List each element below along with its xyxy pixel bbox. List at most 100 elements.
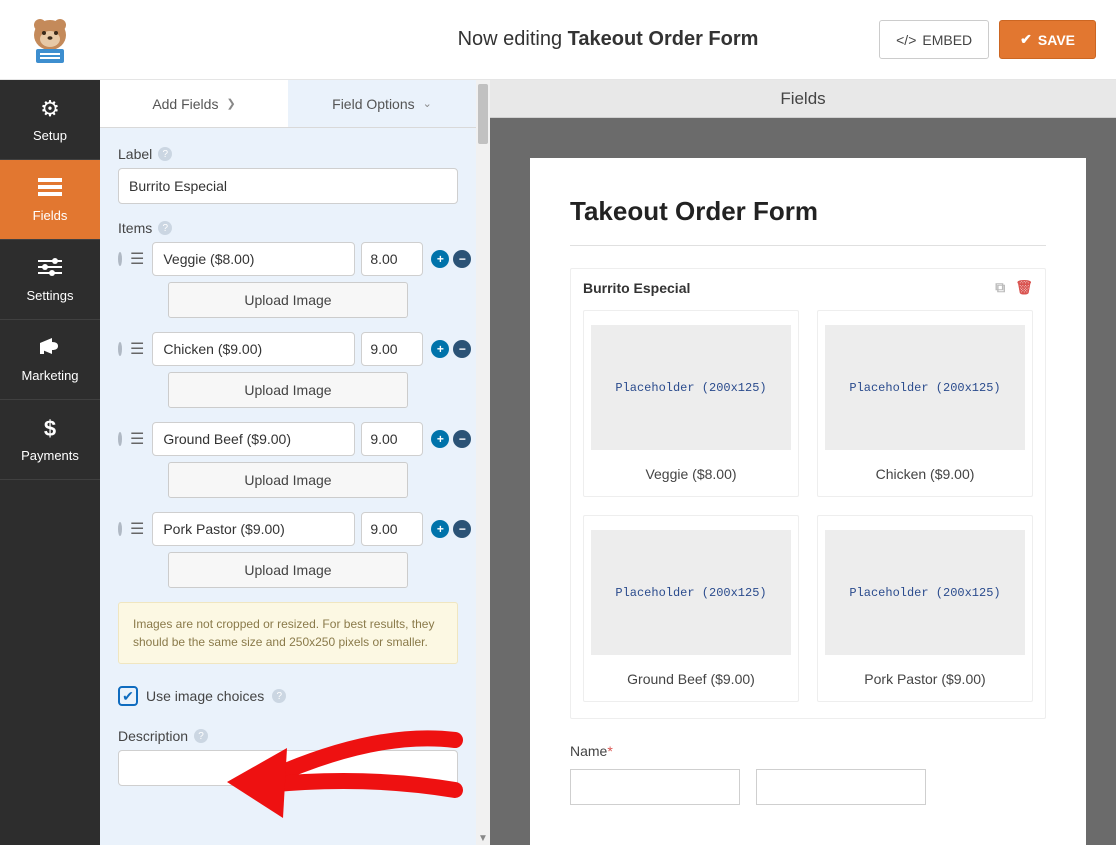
name-label-text: Name bbox=[570, 743, 607, 759]
items-section-header: Items ? bbox=[118, 220, 458, 236]
choice-card[interactable]: Placeholder (200x125) Chicken ($9.00) bbox=[817, 310, 1033, 497]
upload-image-button[interactable]: Upload Image bbox=[168, 372, 408, 408]
image-placeholder: Placeholder (200x125) bbox=[825, 530, 1025, 655]
drag-handle-icon[interactable]: ☰ bbox=[130, 429, 144, 449]
save-label: SAVE bbox=[1038, 32, 1075, 48]
choice-label: Pork Pastor ($9.00) bbox=[864, 671, 985, 687]
description-input[interactable] bbox=[118, 750, 458, 786]
image-info-note: Images are not cropped or resized. For b… bbox=[118, 602, 458, 664]
form-name: Takeout Order Form bbox=[568, 28, 759, 50]
upload-image-button[interactable]: Upload Image bbox=[168, 462, 408, 498]
chevron-right-icon: ❯ bbox=[226, 97, 235, 110]
divider bbox=[570, 245, 1046, 246]
duplicate-icon[interactable]: ⧉ bbox=[995, 279, 1005, 296]
help-icon[interactable]: ? bbox=[158, 147, 172, 161]
first-name-input[interactable] bbox=[570, 769, 740, 805]
nav-label: Marketing bbox=[21, 368, 78, 383]
gear-icon: ⚙ bbox=[40, 96, 60, 122]
label-text: Label bbox=[118, 146, 152, 162]
nav-label: Fields bbox=[33, 208, 68, 223]
app-logo bbox=[22, 15, 78, 65]
trash-icon[interactable]: 🗑 bbox=[1015, 279, 1033, 296]
check-icon: ✔ bbox=[1020, 31, 1032, 48]
help-icon[interactable]: ? bbox=[194, 729, 208, 743]
top-bar: Now editing Takeout Order Form </> EMBED… bbox=[0, 0, 1116, 80]
preview-header: Fields bbox=[490, 80, 1116, 118]
default-radio[interactable] bbox=[118, 522, 122, 536]
sliders-icon bbox=[38, 256, 62, 282]
items-section: Items ? ☰ + bbox=[118, 220, 458, 786]
image-placeholder: Placeholder (200x125) bbox=[591, 325, 791, 450]
drag-handle-icon[interactable]: ☰ bbox=[130, 339, 144, 359]
nav-setup[interactable]: ⚙ Setup bbox=[0, 80, 100, 160]
tab-add-fields[interactable]: Add Fields ❯ bbox=[100, 80, 288, 127]
item-label-input[interactable] bbox=[152, 512, 355, 546]
item-price-input[interactable] bbox=[361, 422, 423, 456]
label-input[interactable] bbox=[118, 168, 458, 204]
choice-label: Ground Beef ($9.00) bbox=[627, 671, 755, 687]
default-radio[interactable] bbox=[118, 432, 122, 446]
scroll-down-icon[interactable]: ▼ bbox=[476, 831, 490, 845]
add-item-button[interactable]: + bbox=[431, 520, 449, 538]
item-label-input[interactable] bbox=[152, 242, 355, 276]
name-field: Name* bbox=[570, 743, 1046, 805]
tab-field-options[interactable]: Field Options ⌄ bbox=[288, 80, 476, 127]
upload-image-button[interactable]: Upload Image bbox=[168, 552, 408, 588]
preview-form-title: Takeout Order Form bbox=[570, 196, 1046, 227]
nav-settings[interactable]: Settings bbox=[0, 240, 100, 320]
remove-item-button[interactable]: − bbox=[453, 250, 471, 268]
default-radio[interactable] bbox=[118, 252, 122, 266]
embed-label: EMBED bbox=[922, 32, 972, 48]
help-icon[interactable]: ? bbox=[272, 689, 286, 703]
help-icon[interactable]: ? bbox=[158, 221, 172, 235]
choice-card[interactable]: Placeholder (200x125) Pork Pastor ($9.00… bbox=[817, 515, 1033, 702]
nav-label: Setup bbox=[33, 128, 67, 143]
add-item-button[interactable]: + bbox=[431, 250, 449, 268]
scrollbar-thumb[interactable] bbox=[478, 84, 488, 144]
default-radio[interactable] bbox=[118, 342, 122, 356]
use-image-choices-label: Use image choices bbox=[146, 688, 264, 704]
description-section-header: Description ? bbox=[118, 728, 458, 744]
label-section-header: Label ? bbox=[118, 146, 458, 162]
field-title: Burrito Especial bbox=[583, 280, 690, 296]
field-actions: ⧉ 🗑 bbox=[995, 279, 1033, 296]
item-row: ☰ + − Upload Image bbox=[118, 422, 458, 498]
use-image-choices-checkbox[interactable]: ✔ bbox=[118, 686, 138, 706]
vertical-nav: ⚙ Setup Fields Settings Marketing $ Paym… bbox=[0, 80, 100, 845]
upload-image-button[interactable]: Upload Image bbox=[168, 282, 408, 318]
remove-item-button[interactable]: − bbox=[453, 340, 471, 358]
choices-grid: Placeholder (200x125) Veggie ($8.00) Pla… bbox=[583, 310, 1033, 702]
nav-marketing[interactable]: Marketing bbox=[0, 320, 100, 400]
nav-fields[interactable]: Fields bbox=[0, 160, 100, 240]
item-row: ☰ + − Upload Image bbox=[118, 242, 458, 318]
main-area: ⚙ Setup Fields Settings Marketing $ Paym… bbox=[0, 80, 1116, 845]
save-button[interactable]: ✔ SAVE bbox=[999, 20, 1096, 59]
item-label-input[interactable] bbox=[152, 422, 355, 456]
item-label-input[interactable] bbox=[152, 332, 355, 366]
logo-wrap bbox=[0, 15, 100, 65]
use-image-choices-row: ✔ Use image choices ? bbox=[118, 686, 458, 706]
editing-prefix: Now editing bbox=[458, 28, 568, 50]
choice-card[interactable]: Placeholder (200x125) Veggie ($8.00) bbox=[583, 310, 799, 497]
panel-scrollbar[interactable]: ▲ ▼ bbox=[476, 80, 490, 845]
tab-label: Field Options bbox=[332, 96, 414, 112]
tab-label: Add Fields bbox=[152, 96, 218, 112]
item-price-input[interactable] bbox=[361, 242, 423, 276]
panel-tabs: Add Fields ❯ Field Options ⌄ bbox=[100, 80, 476, 128]
remove-item-button[interactable]: − bbox=[453, 520, 471, 538]
nav-label: Payments bbox=[21, 448, 79, 463]
drag-handle-icon[interactable]: ☰ bbox=[130, 519, 144, 539]
list-icon bbox=[38, 176, 62, 202]
add-item-button[interactable]: + bbox=[431, 340, 449, 358]
choice-card[interactable]: Placeholder (200x125) Ground Beef ($9.00… bbox=[583, 515, 799, 702]
field-wrap[interactable]: Burrito Especial ⧉ 🗑 Placeholder (200x12… bbox=[570, 268, 1046, 719]
nav-payments[interactable]: $ Payments bbox=[0, 400, 100, 480]
remove-item-button[interactable]: − bbox=[453, 430, 471, 448]
embed-button[interactable]: </> EMBED bbox=[879, 20, 989, 59]
add-item-button[interactable]: + bbox=[431, 430, 449, 448]
last-name-input[interactable] bbox=[756, 769, 926, 805]
item-price-input[interactable] bbox=[361, 332, 423, 366]
item-price-input[interactable] bbox=[361, 512, 423, 546]
top-buttons: </> EMBED ✔ SAVE bbox=[879, 20, 1096, 59]
drag-handle-icon[interactable]: ☰ bbox=[130, 249, 144, 269]
